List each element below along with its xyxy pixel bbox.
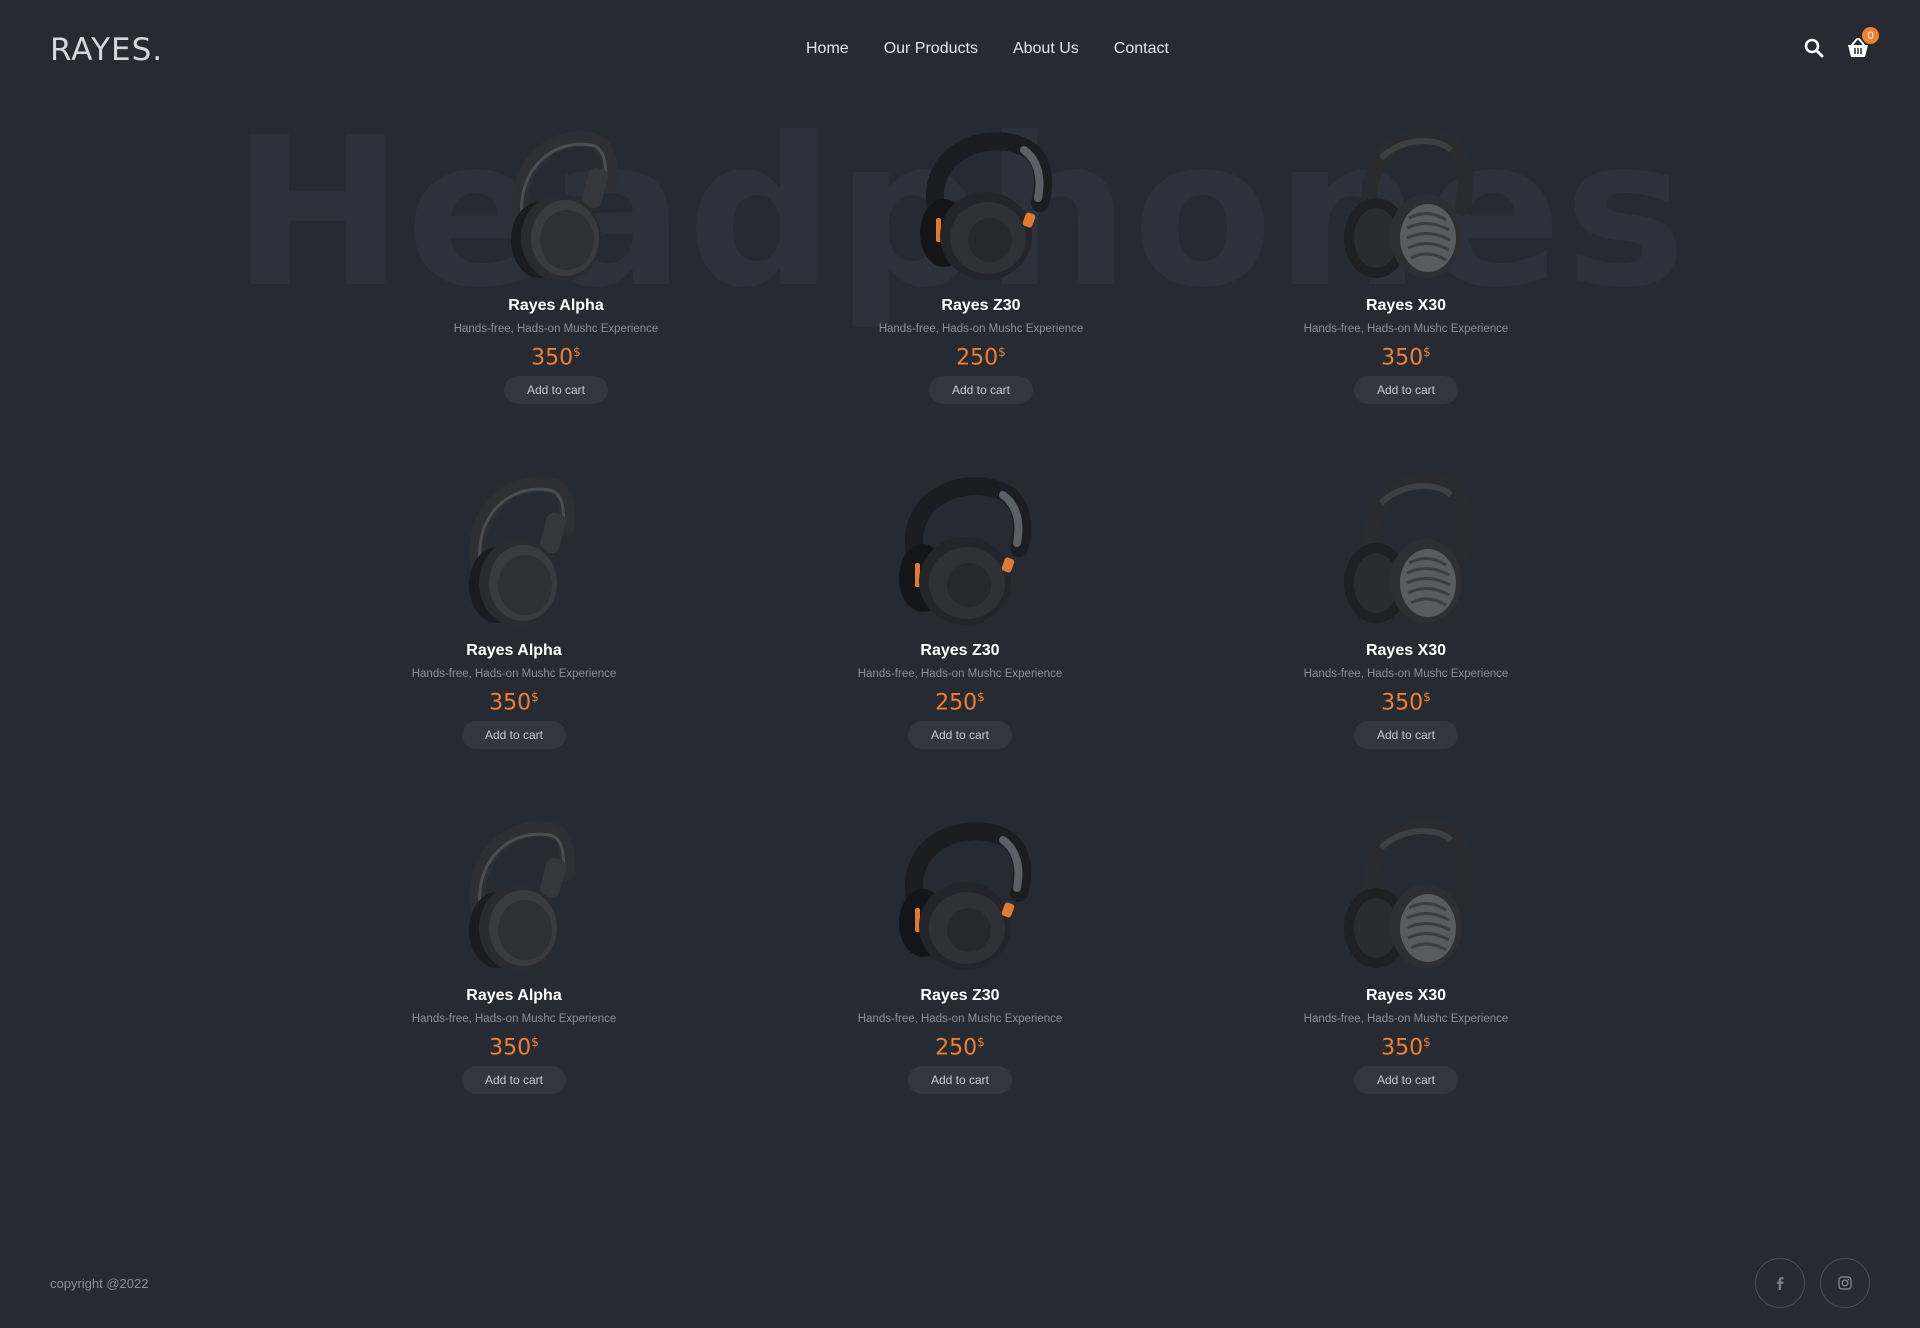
- product-image[interactable]: [1326, 815, 1486, 975]
- product-name[interactable]: Rayes X30: [1256, 297, 1556, 315]
- price-amount: 250: [935, 1035, 978, 1061]
- brand-logo[interactable]: RAYES.: [50, 32, 163, 68]
- product-name[interactable]: Rayes Alpha: [406, 297, 706, 315]
- price-currency: $: [531, 690, 539, 704]
- add-to-cart-button[interactable]: Add to cart: [1354, 376, 1458, 405]
- product-name[interactable]: Rayes Z30: [810, 642, 1110, 660]
- product-price: 350$: [1256, 690, 1556, 715]
- price-currency: $: [531, 1035, 539, 1049]
- product-price: 250$: [810, 690, 1110, 715]
- product-image[interactable]: [434, 815, 594, 975]
- headphone-image: [1344, 127, 1473, 278]
- header-actions: 0: [1802, 27, 1879, 60]
- nav-link-about-us[interactable]: About Us: [1013, 40, 1079, 58]
- product-image[interactable]: [434, 470, 594, 630]
- price-amount: 350: [1381, 345, 1424, 371]
- product-image[interactable]: [1326, 125, 1486, 285]
- product-price: 350$: [1256, 1035, 1556, 1060]
- product-price: 350$: [364, 690, 664, 715]
- product-name[interactable]: Rayes Alpha: [364, 987, 664, 1005]
- add-to-cart-button[interactable]: Add to cart: [462, 721, 566, 750]
- product-description: Hands-free, Hads-on Mushc Experience: [857, 668, 1063, 680]
- instagram-icon: [1838, 1276, 1852, 1290]
- price-amount: 350: [1381, 1035, 1424, 1061]
- price-amount: 350: [531, 345, 574, 371]
- headphone-image: [1344, 472, 1473, 623]
- product-price: 350$: [364, 1035, 664, 1060]
- facebook-icon: [1777, 1277, 1784, 1290]
- product-description: Hands-free, Hads-on Mushc Experience: [857, 1013, 1063, 1025]
- add-to-cart-button[interactable]: Add to cart: [908, 1066, 1012, 1095]
- product-image[interactable]: [901, 125, 1061, 285]
- add-to-cart-button[interactable]: Add to cart: [908, 721, 1012, 750]
- product-image[interactable]: [880, 815, 1040, 975]
- cart-button[interactable]: 0: [1846, 27, 1879, 60]
- product-name[interactable]: Rayes Z30: [831, 297, 1131, 315]
- product-card: Rayes Alpha Hands-free, Hads-on Mushc Exp…: [364, 815, 664, 1095]
- price-amount: 350: [489, 690, 532, 716]
- product-card: Rayes Z30 Hands-free, Hads-on Mushc Exper…: [810, 470, 1110, 750]
- instagram-button[interactable]: [1820, 1258, 1870, 1308]
- main-nav: Home Our Products About Us Contact: [806, 40, 1169, 58]
- copyright-text: copyright @2022: [50, 1276, 149, 1291]
- product-image[interactable]: [476, 125, 636, 285]
- product-card: Rayes X30 Hands-free, Hads-on Mushc Exper…: [1256, 470, 1556, 750]
- price-amount: 250: [935, 690, 978, 716]
- site-header: RAYES. Home Our Products About Us Contac…: [0, 0, 1920, 100]
- price-currency: $: [998, 345, 1006, 359]
- product-description: Hands-free, Hads-on Mushc Experience: [1303, 323, 1509, 335]
- product-image[interactable]: [1326, 470, 1486, 630]
- product-price: 350$: [1256, 345, 1556, 370]
- headphone-image: [899, 476, 1032, 625]
- nav-link-home[interactable]: Home: [806, 40, 849, 58]
- headphone-image: [469, 820, 576, 972]
- product-card: Rayes X30 Hands-free, Hads-on Mushc Exper…: [1256, 125, 1556, 405]
- product-description: Hands-free, Hads-on Mushc Experience: [1303, 668, 1509, 680]
- product-name[interactable]: Rayes X30: [1256, 987, 1556, 1005]
- headphone-image: [469, 475, 576, 627]
- product-description: Hands-free, Hads-on Mushc Experience: [411, 668, 617, 680]
- product-card: Rayes Z30 Hands-free, Hads-on Mushc Exper…: [810, 815, 1110, 1095]
- add-to-cart-button[interactable]: Add to cart: [929, 376, 1033, 405]
- product-description: Hands-free, Hads-on Mushc Experience: [453, 323, 659, 335]
- product-card: Rayes X30 Hands-free, Hads-on Mushc Exper…: [1256, 815, 1556, 1095]
- price-currency: $: [977, 1035, 985, 1049]
- product-price: 350$: [406, 345, 706, 370]
- price-amount: 250: [956, 345, 999, 371]
- product-name[interactable]: Rayes Alpha: [364, 642, 664, 660]
- product-card: Rayes Z30 Hands-free, Hads-on Mushc Exper…: [831, 125, 1131, 405]
- price-currency: $: [573, 345, 581, 359]
- price-currency: $: [1423, 690, 1431, 704]
- product-description: Hands-free, Hads-on Mushc Experience: [1303, 1013, 1509, 1025]
- price-amount: 350: [489, 1035, 532, 1061]
- add-to-cart-button[interactable]: Add to cart: [462, 1066, 566, 1095]
- add-to-cart-button[interactable]: Add to cart: [504, 376, 608, 405]
- add-to-cart-button[interactable]: Add to cart: [1354, 721, 1458, 750]
- headphone-image: [1344, 817, 1473, 968]
- headphone-image: [899, 821, 1032, 970]
- search-icon: [1804, 38, 1824, 58]
- add-to-cart-button[interactable]: Add to cart: [1354, 1066, 1458, 1095]
- facebook-button[interactable]: [1755, 1258, 1805, 1308]
- product-name[interactable]: Rayes Z30: [810, 987, 1110, 1005]
- cart-count-badge: 0: [1862, 27, 1879, 44]
- product-description: Hands-free, Hads-on Mushc Experience: [411, 1013, 617, 1025]
- headphone-image: [511, 130, 618, 282]
- price-currency: $: [977, 690, 985, 704]
- product-price: 250$: [810, 1035, 1110, 1060]
- product-card: Rayes Alpha Hands-free, Hads-on Mushc Exp…: [364, 470, 664, 750]
- product-name[interactable]: Rayes X30: [1256, 642, 1556, 660]
- product-card: Rayes Alpha Hands-free, Hads-on Mushc Exp…: [406, 125, 706, 405]
- price-amount: 350: [1381, 690, 1424, 716]
- headphone-image: [920, 131, 1053, 280]
- price-currency: $: [1423, 1035, 1431, 1049]
- nav-link-contact[interactable]: Contact: [1114, 40, 1169, 58]
- nav-link-our-products[interactable]: Our Products: [884, 40, 978, 58]
- page: RAYES. Home Our Products About Us Contac…: [0, 0, 1920, 1328]
- product-price: 250$: [831, 345, 1131, 370]
- price-currency: $: [1423, 345, 1431, 359]
- product-description: Hands-free, Hads-on Mushc Experience: [878, 323, 1084, 335]
- product-image[interactable]: [880, 470, 1040, 630]
- search-button[interactable]: [1802, 36, 1826, 60]
